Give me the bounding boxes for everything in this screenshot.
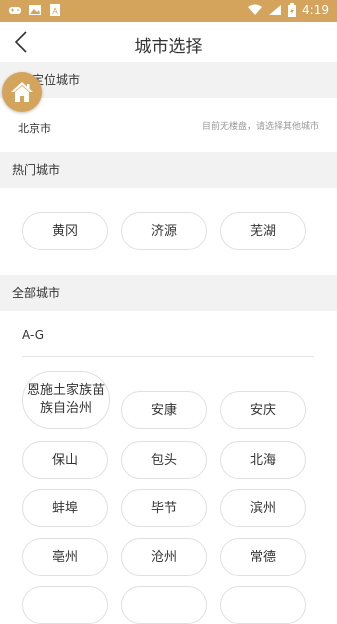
letter-group-label: A-G [22, 328, 45, 342]
city-button-partial[interactable] [220, 586, 306, 624]
battery-icon [288, 3, 297, 17]
city-button[interactable]: 包头 [121, 441, 207, 479]
city-button[interactable]: 保山 [22, 441, 108, 479]
font-icon: A [50, 4, 60, 16]
city-button[interactable]: 常德 [220, 538, 306, 576]
city-button[interactable]: 安庆 [220, 391, 306, 429]
city-button[interactable]: 安康 [121, 391, 207, 429]
city-button[interactable]: 滨州 [220, 489, 306, 527]
city-button[interactable]: 沧州 [121, 538, 207, 576]
city-button-partial[interactable] [121, 586, 207, 624]
section-header-hot: 热门城市 [0, 152, 337, 188]
hot-city-button[interactable]: 黄冈 [22, 212, 108, 250]
image-icon [29, 5, 41, 15]
city-button[interactable]: 蚌埠 [22, 489, 108, 527]
hot-city-button[interactable]: 济源 [121, 212, 207, 250]
status-time: 4:19 [302, 3, 329, 17]
home-icon [11, 82, 33, 102]
page-title: 城市选择 [134, 37, 203, 57]
svg-text:A: A [52, 7, 58, 16]
gamepad-icon [9, 7, 21, 14]
section-header-located: 定位城市 [0, 62, 337, 98]
divider [22, 356, 314, 357]
city-button-partial[interactable] [22, 586, 108, 624]
home-button[interactable] [2, 72, 42, 112]
city-button[interactable]: 恩施土家族苗族自治州 [22, 371, 110, 429]
city-button[interactable]: 毕节 [121, 489, 207, 527]
nav-bar: 城市选择 [0, 22, 337, 63]
city-button[interactable]: 北海 [220, 441, 306, 479]
located-city-name: 北京市 [18, 122, 51, 135]
located-city-row[interactable]: 北京市 目前无楼盘，请选择其他城市 [0, 98, 337, 152]
signal-icon [269, 5, 282, 15]
hot-city-button[interactable]: 芜湖 [220, 212, 306, 250]
section-header-all: 全部城市 [0, 275, 337, 311]
wifi-icon [248, 4, 263, 15]
city-button[interactable]: 亳州 [22, 538, 108, 576]
status-bar: A 4:19 [0, 0, 337, 22]
located-city-hint: 目前无楼盘，请选择其他城市 [201, 122, 319, 132]
